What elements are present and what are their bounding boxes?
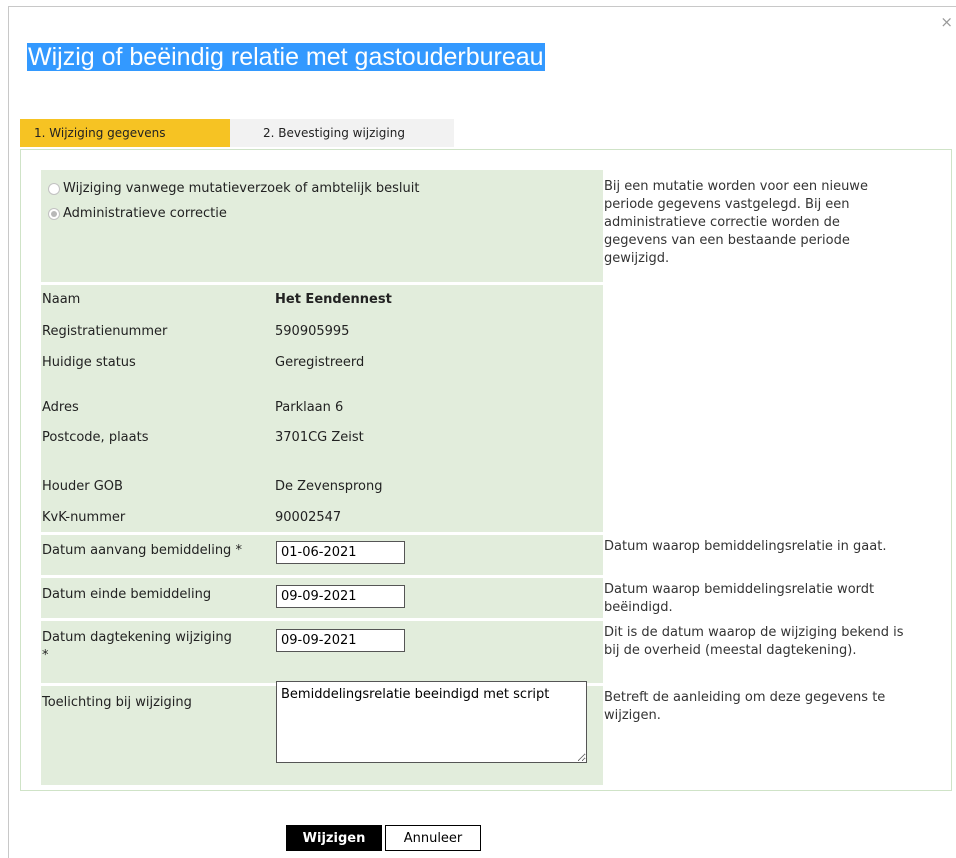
change-date-label: Datum dagtekening wijziging <box>42 630 232 645</box>
start-date-label: Datum aanvang bemiddeling * <box>42 543 242 558</box>
step-wijziging-gegevens: 1. Wijziging gegevens <box>20 119 239 147</box>
radio-option-correctie[interactable]: Administratieve correctie <box>48 206 227 221</box>
name-value: Het Eendennest <box>275 292 392 307</box>
change-date-input[interactable] <box>276 629 405 652</box>
change-date-help: Dit is de datum waarop de wijziging beke… <box>604 625 904 658</box>
step-bevestiging-wijziging: 2. Bevestiging wijziging <box>230 119 454 147</box>
radio-correctie-label: Administratieve correctie <box>63 206 227 221</box>
radio-option-mutatie[interactable]: Wijziging vanwege mutatieverzoek of ambt… <box>48 181 420 196</box>
kvk-value: 90002547 <box>275 510 342 525</box>
name-label: Naam <box>42 292 81 307</box>
explanation-label: Toelichting bij wijziging <box>42 695 192 710</box>
submit-button[interactable]: Wijzigen <box>286 825 382 851</box>
explanation-textarea[interactable]: Bemiddelingsrelatie beeindigd met script <box>276 681 587 763</box>
explanation-help: Betreft de aanleiding om deze gegevens t… <box>604 690 886 723</box>
end-date-input[interactable] <box>276 585 405 608</box>
mutation-help-text: Bij een mutatie worden voor een nieuwe p… <box>604 179 868 266</box>
holder-label: Houder GOB <box>42 479 123 494</box>
end-date-label: Datum einde bemiddeling <box>42 587 212 602</box>
radio-correctie[interactable] <box>48 207 60 220</box>
start-date-help: Datum waarop bemiddelingsrelatie in gaat… <box>604 539 887 554</box>
holder-value: De Zevensprong <box>275 479 383 494</box>
wizard-steps: 1. Wijziging gegevens 2. Bevestiging wij… <box>20 119 454 147</box>
radio-mutatie[interactable] <box>48 182 60 195</box>
cancel-button[interactable]: Annuleer <box>385 825 481 851</box>
end-date-help: Datum waarop bemiddelingsrelatie wordt b… <box>604 582 875 615</box>
registration-label: Registratienummer <box>42 324 168 339</box>
postcode-value: 3701CG Zeist <box>275 430 364 445</box>
address-value: Parklaan 6 <box>275 400 344 415</box>
page-title-text: Wijzig of beëindig relatie met gastouder… <box>27 43 545 71</box>
status-label: Huidige status <box>42 355 136 370</box>
close-icon[interactable]: × <box>940 13 953 31</box>
radio-mutatie-label: Wijziging vanwege mutatieverzoek of ambt… <box>63 181 420 196</box>
status-value: Geregistreerd <box>275 355 365 370</box>
page-title: Wijzig of beëindig relatie met gastouder… <box>27 42 545 72</box>
kvk-label: KvK-nummer <box>42 510 126 525</box>
postcode-label: Postcode, plaats <box>42 430 149 445</box>
registration-value: 590905995 <box>275 324 350 339</box>
start-date-input[interactable] <box>276 541 405 564</box>
change-date-required-mark: * <box>42 648 49 663</box>
address-label: Adres <box>42 400 79 415</box>
